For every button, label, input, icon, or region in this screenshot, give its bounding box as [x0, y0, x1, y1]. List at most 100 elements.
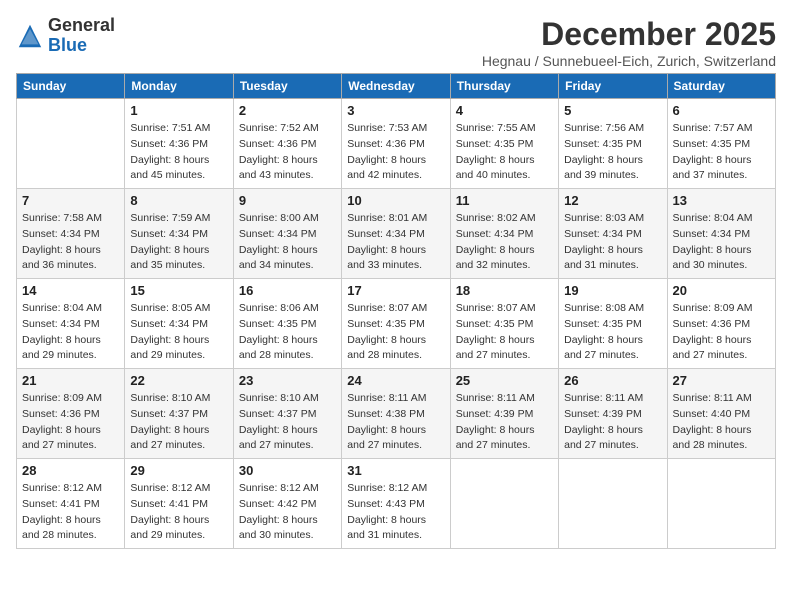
day-number: 22	[130, 373, 227, 388]
day-number: 10	[347, 193, 444, 208]
day-number: 20	[673, 283, 770, 298]
logo: General Blue	[16, 16, 115, 56]
day-number: 19	[564, 283, 661, 298]
day-info: Sunrise: 8:08 AMSunset: 4:35 PMDaylight:…	[564, 301, 661, 364]
calendar-cell: 16 Sunrise: 8:06 AMSunset: 4:35 PMDayligh…	[233, 279, 341, 369]
day-number: 3	[347, 103, 444, 118]
logo-blue-text: Blue	[48, 35, 87, 55]
day-number: 1	[130, 103, 227, 118]
calendar-cell: 5 Sunrise: 7:56 AMSunset: 4:35 PMDaylight…	[559, 99, 667, 189]
day-info: Sunrise: 7:55 AMSunset: 4:35 PMDaylight:…	[456, 121, 553, 184]
calendar-cell: 1 Sunrise: 7:51 AMSunset: 4:36 PMDaylight…	[125, 99, 233, 189]
day-number: 26	[564, 373, 661, 388]
day-info: Sunrise: 7:53 AMSunset: 4:36 PMDaylight:…	[347, 121, 444, 184]
day-info: Sunrise: 8:12 AMSunset: 4:42 PMDaylight:…	[239, 481, 336, 544]
day-number: 27	[673, 373, 770, 388]
day-number: 17	[347, 283, 444, 298]
calendar-cell: 29 Sunrise: 8:12 AMSunset: 4:41 PMDayligh…	[125, 459, 233, 549]
day-info: Sunrise: 8:07 AMSunset: 4:35 PMDaylight:…	[347, 301, 444, 364]
day-number: 8	[130, 193, 227, 208]
day-info: Sunrise: 7:57 AMSunset: 4:35 PMDaylight:…	[673, 121, 770, 184]
day-info: Sunrise: 8:10 AMSunset: 4:37 PMDaylight:…	[130, 391, 227, 454]
calendar-header-row: SundayMondayTuesdayWednesdayThursdayFrid…	[17, 74, 776, 99]
calendar-cell: 6Sunrise: 7:57 AMSunset: 4:35 PMDaylight…	[667, 99, 775, 189]
calendar-cell: 22 Sunrise: 8:10 AMSunset: 4:37 PMDayligh…	[125, 369, 233, 459]
calendar-cell	[17, 99, 125, 189]
page-header: General Blue December 2025 Hegnau / Sunn…	[16, 16, 776, 69]
calendar-cell: 26Sunrise: 8:11 AMSunset: 4:39 PMDayligh…	[559, 369, 667, 459]
day-info: Sunrise: 8:12 AMSunset: 4:43 PMDaylight:…	[347, 481, 444, 544]
month-title: December 2025	[482, 16, 776, 53]
day-number: 30	[239, 463, 336, 478]
logo-icon	[16, 22, 44, 50]
day-info: Sunrise: 8:06 AMSunset: 4:35 PMDaylight:…	[239, 301, 336, 364]
calendar-cell: 7 Sunrise: 7:58 AMSunset: 4:34 PMDaylight…	[17, 189, 125, 279]
title-block: December 2025 Hegnau / Sunnebueel-Eich, …	[482, 16, 776, 69]
day-number: 7	[22, 193, 119, 208]
calendar-week-row: 1 Sunrise: 7:51 AMSunset: 4:36 PMDaylight…	[17, 99, 776, 189]
day-number: 14	[22, 283, 119, 298]
day-number: 11	[456, 193, 553, 208]
day-number: 13	[673, 193, 770, 208]
calendar-cell: 10Sunrise: 8:01 AMSunset: 4:34 PMDayligh…	[342, 189, 450, 279]
weekday-header: Friday	[559, 74, 667, 99]
calendar-cell: 21 Sunrise: 8:09 AMSunset: 4:36 PMDayligh…	[17, 369, 125, 459]
calendar-cell: 8 Sunrise: 7:59 AMSunset: 4:34 PMDaylight…	[125, 189, 233, 279]
calendar-cell: 27 Sunrise: 8:11 AMSunset: 4:40 PMDayligh…	[667, 369, 775, 459]
day-number: 12	[564, 193, 661, 208]
day-number: 21	[22, 373, 119, 388]
calendar-cell: 3 Sunrise: 7:53 AMSunset: 4:36 PMDaylight…	[342, 99, 450, 189]
day-number: 5	[564, 103, 661, 118]
day-info: Sunrise: 8:05 AMSunset: 4:34 PMDaylight:…	[130, 301, 227, 364]
weekday-header: Tuesday	[233, 74, 341, 99]
calendar-cell: 14Sunrise: 8:04 AMSunset: 4:34 PMDayligh…	[17, 279, 125, 369]
calendar-cell: 25 Sunrise: 8:11 AMSunset: 4:39 PMDayligh…	[450, 369, 558, 459]
location-subtitle: Hegnau / Sunnebueel-Eich, Zurich, Switze…	[482, 53, 776, 69]
weekday-header: Saturday	[667, 74, 775, 99]
calendar-cell: 28Sunrise: 8:12 AMSunset: 4:41 PMDayligh…	[17, 459, 125, 549]
logo-general-text: General	[48, 15, 115, 35]
day-number: 23	[239, 373, 336, 388]
day-info: Sunrise: 7:51 AMSunset: 4:36 PMDaylight:…	[130, 121, 227, 184]
weekday-header: Monday	[125, 74, 233, 99]
day-info: Sunrise: 8:11 AMSunset: 4:38 PMDaylight:…	[347, 391, 444, 454]
day-number: 15	[130, 283, 227, 298]
calendar-cell: 4 Sunrise: 7:55 AMSunset: 4:35 PMDaylight…	[450, 99, 558, 189]
calendar-cell: 9Sunrise: 8:00 AMSunset: 4:34 PMDaylight…	[233, 189, 341, 279]
calendar-cell: 19 Sunrise: 8:08 AMSunset: 4:35 PMDayligh…	[559, 279, 667, 369]
calendar-cell: 11 Sunrise: 8:02 AMSunset: 4:34 PMDayligh…	[450, 189, 558, 279]
weekday-header: Thursday	[450, 74, 558, 99]
day-info: Sunrise: 7:59 AMSunset: 4:34 PMDaylight:…	[130, 211, 227, 274]
calendar-week-row: 14Sunrise: 8:04 AMSunset: 4:34 PMDayligh…	[17, 279, 776, 369]
day-number: 4	[456, 103, 553, 118]
calendar-cell: 18Sunrise: 8:07 AMSunset: 4:35 PMDayligh…	[450, 279, 558, 369]
day-info: Sunrise: 7:56 AMSunset: 4:35 PMDaylight:…	[564, 121, 661, 184]
day-number: 25	[456, 373, 553, 388]
day-number: 18	[456, 283, 553, 298]
weekday-header: Wednesday	[342, 74, 450, 99]
day-number: 16	[239, 283, 336, 298]
day-info: Sunrise: 8:03 AMSunset: 4:34 PMDaylight:…	[564, 211, 661, 274]
calendar-week-row: 21 Sunrise: 8:09 AMSunset: 4:36 PMDayligh…	[17, 369, 776, 459]
day-info: Sunrise: 8:09 AMSunset: 4:36 PMDaylight:…	[22, 391, 119, 454]
day-info: Sunrise: 8:02 AMSunset: 4:34 PMDaylight:…	[456, 211, 553, 274]
day-info: Sunrise: 8:00 AMSunset: 4:34 PMDaylight:…	[239, 211, 336, 274]
calendar-table: SundayMondayTuesdayWednesdayThursdayFrid…	[16, 73, 776, 549]
day-info: Sunrise: 7:58 AMSunset: 4:34 PMDaylight:…	[22, 211, 119, 274]
calendar-cell: 30 Sunrise: 8:12 AMSunset: 4:42 PMDayligh…	[233, 459, 341, 549]
weekday-header: Sunday	[17, 74, 125, 99]
calendar-cell	[559, 459, 667, 549]
calendar-cell: 31 Sunrise: 8:12 AMSunset: 4:43 PMDayligh…	[342, 459, 450, 549]
calendar-cell	[667, 459, 775, 549]
calendar-cell: 17 Sunrise: 8:07 AMSunset: 4:35 PMDayligh…	[342, 279, 450, 369]
day-info: Sunrise: 8:12 AMSunset: 4:41 PMDaylight:…	[130, 481, 227, 544]
day-number: 31	[347, 463, 444, 478]
day-info: Sunrise: 8:04 AMSunset: 4:34 PMDaylight:…	[673, 211, 770, 274]
day-info: Sunrise: 8:11 AMSunset: 4:40 PMDaylight:…	[673, 391, 770, 454]
calendar-cell: 13 Sunrise: 8:04 AMSunset: 4:34 PMDayligh…	[667, 189, 775, 279]
calendar-cell: 15 Sunrise: 8:05 AMSunset: 4:34 PMDayligh…	[125, 279, 233, 369]
day-info: Sunrise: 8:11 AMSunset: 4:39 PMDaylight:…	[456, 391, 553, 454]
calendar-week-row: 7 Sunrise: 7:58 AMSunset: 4:34 PMDaylight…	[17, 189, 776, 279]
calendar-cell	[450, 459, 558, 549]
day-number: 29	[130, 463, 227, 478]
